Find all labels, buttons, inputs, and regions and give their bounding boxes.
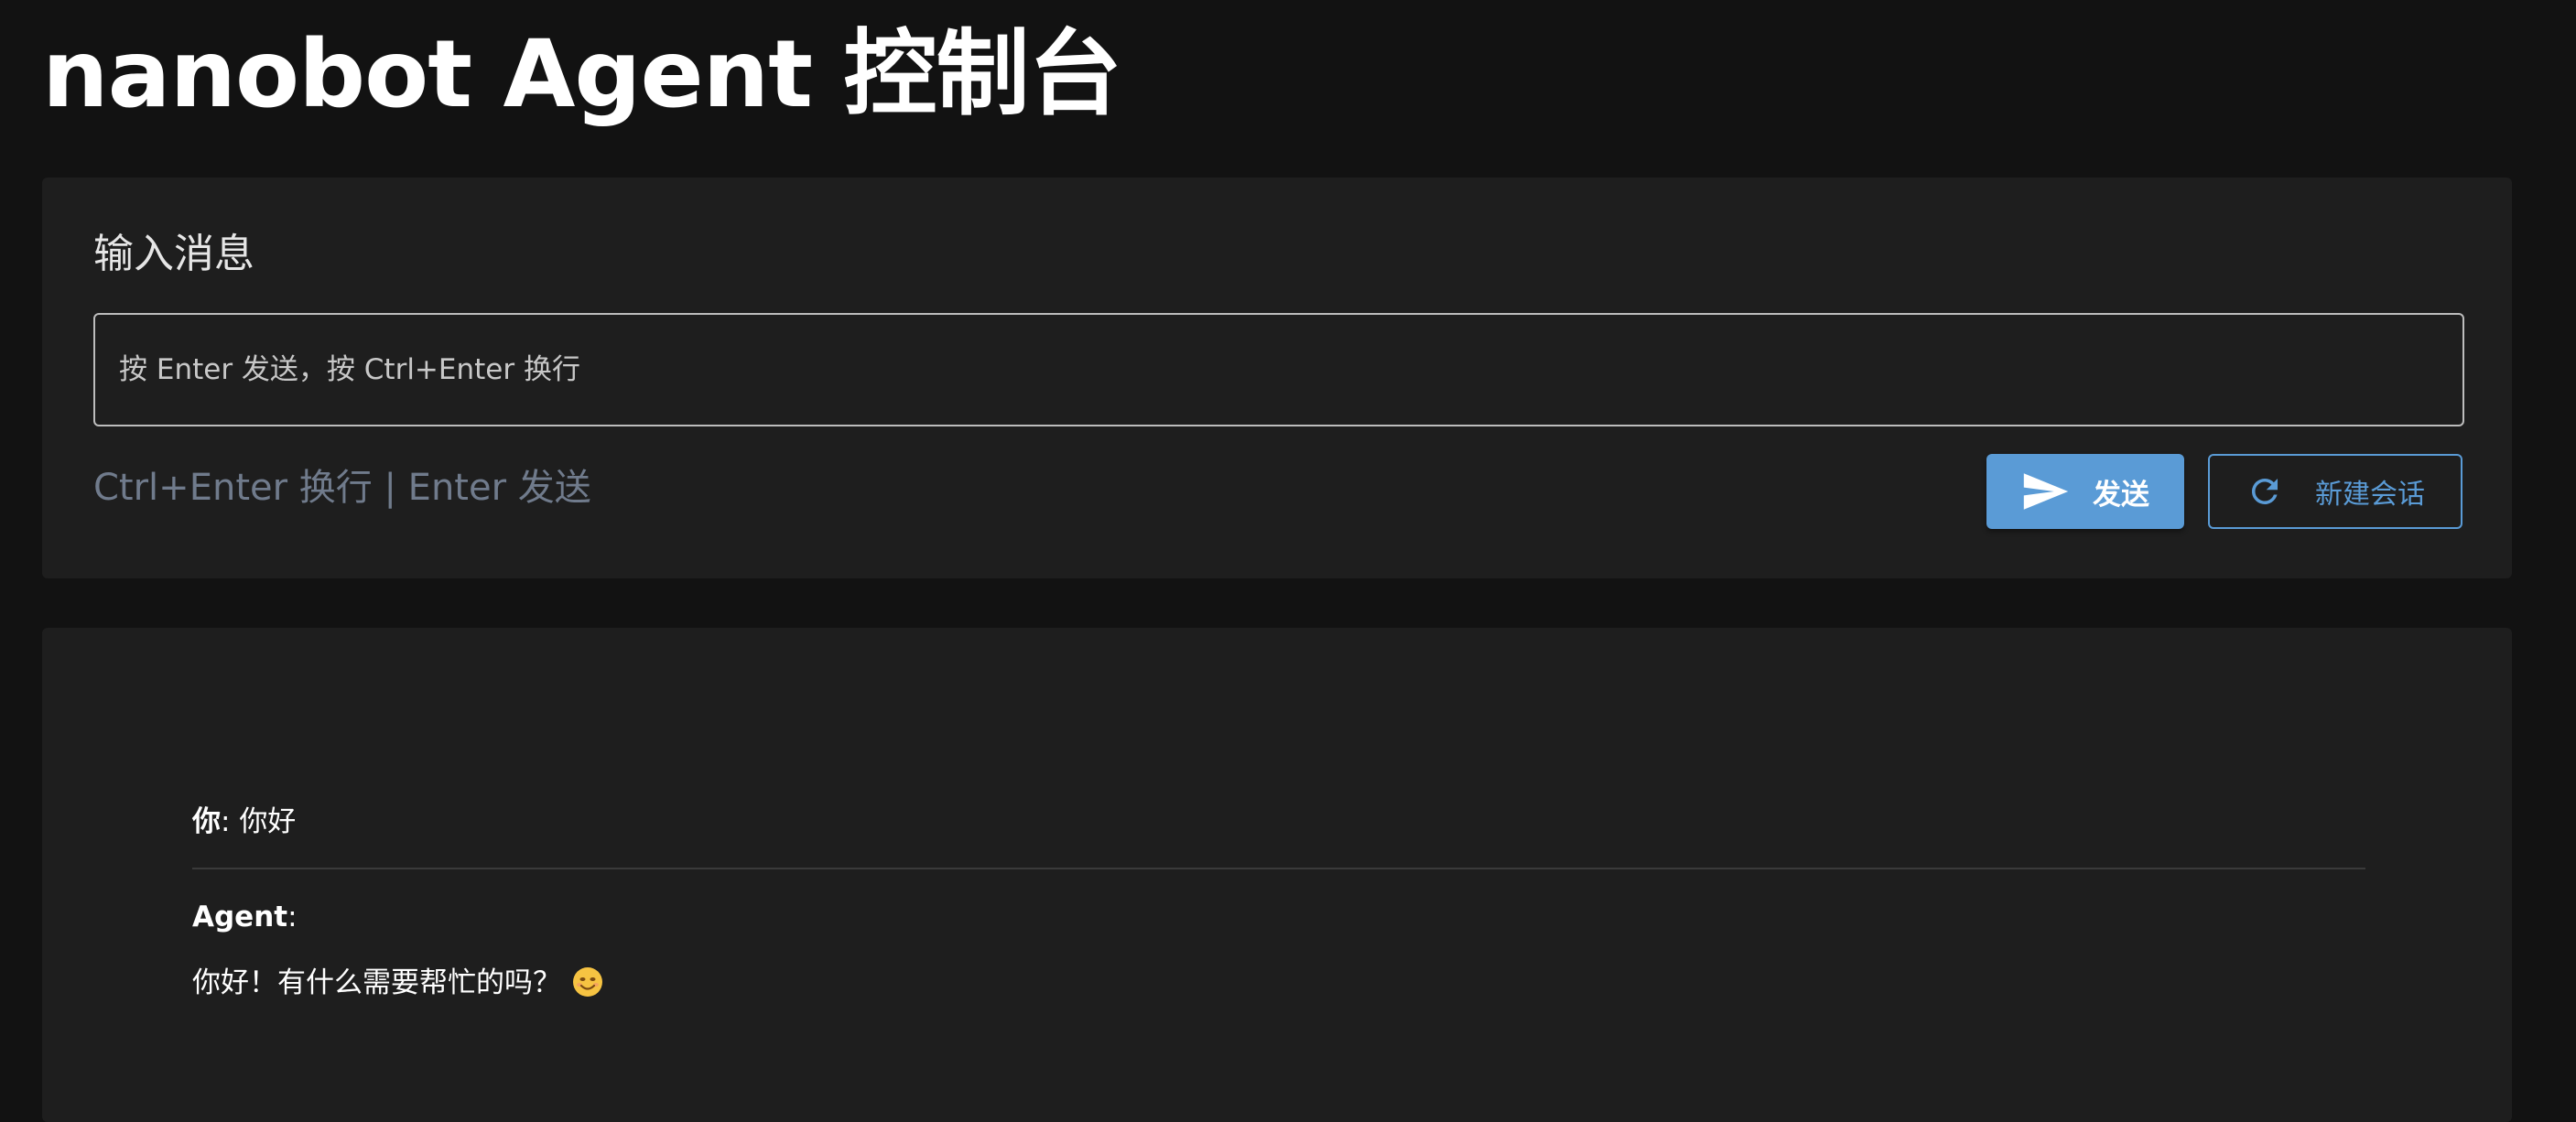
message-text: 你好 (239, 805, 297, 838)
shortcut-hint: Ctrl+Enter 换行 | Enter 发送 (93, 467, 591, 509)
input-panel: 输入消息 Ctrl+Enter 换行 | Enter 发送 发送 新建会话 (42, 178, 2512, 578)
message-separator: : (287, 901, 298, 933)
message-separator: : (221, 805, 240, 838)
agent-message-header: Agent: (192, 897, 298, 937)
send-icon (2021, 471, 2071, 512)
message-text: 你好！有什么需要帮忙的吗？ (192, 966, 561, 999)
smiling-face-emoji-icon (572, 966, 603, 998)
new-session-button[interactable]: 新建会话 (2208, 454, 2462, 529)
chat-history: 你: 你好 Agent: 你好！有什么需要帮忙的吗？ (42, 628, 2512, 1122)
message-input[interactable] (93, 313, 2464, 426)
refresh-icon (2246, 472, 2284, 511)
new-session-button-label: 新建会话 (2315, 479, 2425, 511)
user-message: 你: 你好 (192, 802, 296, 842)
message-sender: Agent (192, 901, 288, 933)
message-divider (192, 868, 2365, 869)
send-button-label: 发送 (2093, 478, 2149, 512)
agent-message: 你好！有什么需要帮忙的吗？ (192, 963, 603, 1003)
input-panel-heading: 输入消息 (93, 231, 254, 277)
send-button[interactable]: 发送 (1986, 454, 2184, 529)
page-title: nanobot Agent 控制台 (42, 20, 1122, 129)
message-sender: 你 (192, 805, 221, 838)
